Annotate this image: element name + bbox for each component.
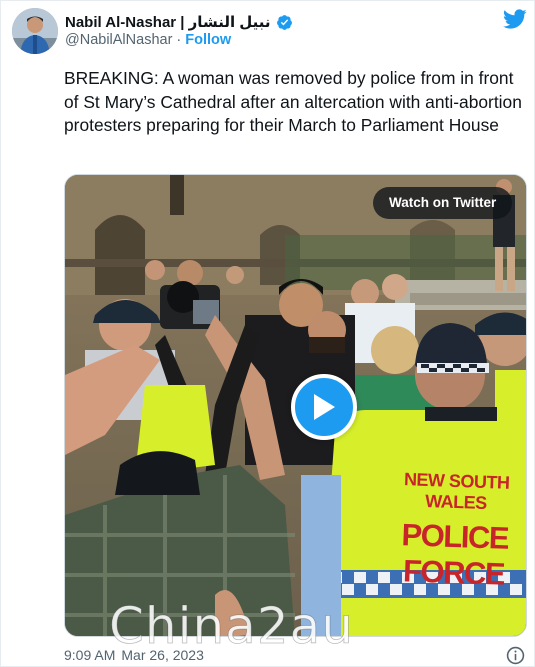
separator-dot: · bbox=[176, 32, 182, 48]
follow-button[interactable]: Follow bbox=[185, 32, 231, 48]
twitter-bird-icon[interactable] bbox=[503, 7, 527, 31]
vest-text-block: NEW SOUTH WALES POLICE FORCE bbox=[378, 468, 526, 593]
play-icon bbox=[314, 394, 335, 420]
author-handle-row: @NabilAlNashar · Follow bbox=[65, 32, 231, 48]
vest-line-1: NEW SOUTH WALES bbox=[403, 469, 510, 514]
author-handle[interactable]: @NabilAlNashar bbox=[65, 32, 172, 48]
info-icon[interactable] bbox=[506, 646, 525, 665]
verified-badge-icon bbox=[276, 14, 292, 30]
author-name-row[interactable]: Nabil Al-Nashar | نبيل النشار bbox=[65, 12, 293, 32]
watch-on-twitter-button[interactable]: Watch on Twitter bbox=[373, 187, 513, 219]
vest-line-2: POLICE FORCE bbox=[401, 517, 509, 592]
tweet-date: Mar 26, 2023 bbox=[121, 647, 204, 663]
play-button[interactable] bbox=[291, 374, 357, 440]
tweet-time: 9:09 AM bbox=[64, 647, 116, 663]
video-player[interactable]: NEW SOUTH WALES POLICE FORCE Watch on Tw… bbox=[64, 174, 527, 637]
avatar[interactable] bbox=[12, 8, 58, 54]
tweet-card: Nabil Al-Nashar | نبيل النشار @NabilAlNa… bbox=[0, 0, 535, 667]
tweet-text: BREAKING: A woman was removed by police … bbox=[64, 68, 522, 135]
avatar-image bbox=[12, 8, 58, 54]
author-display-name[interactable]: Nabil Al-Nashar | نبيل النشار bbox=[65, 13, 271, 31]
tweet-timestamp[interactable]: 9:09 AM Mar 26, 2023 bbox=[64, 647, 204, 663]
